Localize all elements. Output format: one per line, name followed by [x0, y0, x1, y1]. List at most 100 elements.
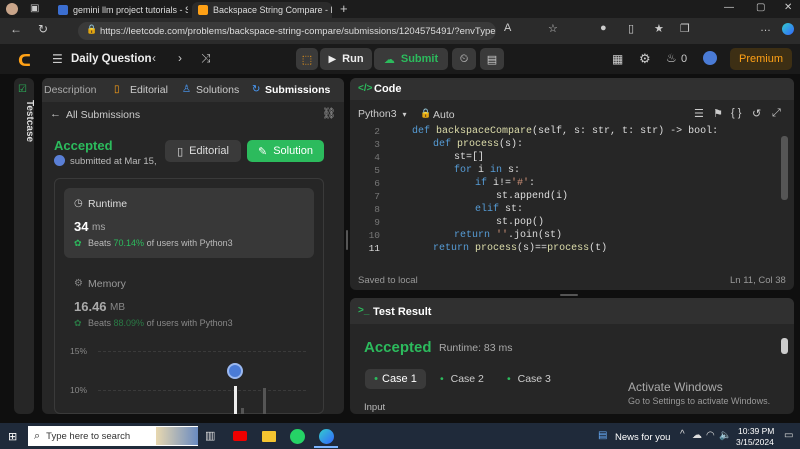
settings-gear-icon[interactable]: ⚙ — [639, 51, 651, 67]
browser-tab-search[interactable]: gemini llm project tutorials - Sea ✕ — [52, 2, 188, 18]
leetcode-logo-icon[interactable]: ᑕ — [18, 51, 31, 71]
timer-button[interactable]: ⏲ — [452, 48, 476, 70]
taskbar-search[interactable]: ⌕ Type here to search — [28, 426, 198, 446]
tab-submissions[interactable]: Submissions — [265, 84, 330, 96]
tab-title: gemini llm project tutorials - Sea — [73, 5, 188, 15]
code-line[interactable]: elif st: — [475, 204, 523, 215]
edge-copilot-icon[interactable] — [782, 23, 794, 35]
page-title[interactable]: Daily Question — [71, 53, 152, 65]
braces-icon[interactable]: { } — [731, 107, 741, 119]
favorites-icon[interactable]: ★ — [654, 22, 664, 35]
notifications-icon[interactable]: ▭ — [784, 430, 793, 441]
memory-label[interactable]: Memory — [88, 278, 126, 290]
youtube-icon[interactable] — [233, 431, 247, 441]
solution-button[interactable]: ✎ Solution — [247, 140, 324, 162]
bookmark-icon[interactable]: ⚑ — [713, 107, 723, 120]
maximize-icon[interactable]: ▢ — [756, 2, 765, 13]
windows-start-icon[interactable]: ⊞ — [8, 430, 17, 443]
code-line[interactable]: def backspaceCompare(self, s: str, t: st… — [412, 126, 718, 137]
panel-resize-handle[interactable] — [346, 230, 348, 250]
back-arrow-icon[interactable]: ← — [50, 108, 61, 120]
news-label[interactable]: News for you — [615, 432, 670, 443]
new-tab-button[interactable]: + — [340, 1, 348, 16]
test-scrollbar[interactable] — [781, 338, 788, 354]
lock-icon[interactable]: 🔒 — [86, 24, 97, 35]
premium-button[interactable]: Premium — [730, 48, 792, 70]
collections-icon[interactable]: ❐ — [680, 22, 690, 35]
wifi-icon[interactable]: ◠ — [706, 430, 715, 441]
reset-icon[interactable]: ↺ — [752, 107, 761, 120]
close-window-icon[interactable]: ✕ — [784, 2, 792, 13]
run-button[interactable]: ▶ Run — [320, 48, 372, 70]
tab-description[interactable]: Description — [44, 84, 102, 96]
line-number: 3 — [374, 139, 380, 150]
search-placeholder: Type here to search — [46, 430, 131, 442]
all-submissions-link[interactable]: All Submissions — [66, 109, 140, 121]
code-line[interactable]: return process(s)==process(t) — [433, 243, 607, 254]
case-2-tab[interactable]: • Case 2 — [440, 373, 484, 385]
taskbar-time[interactable]: 10:39 PM — [738, 426, 774, 436]
problem-list-icon[interactable]: ☰ — [52, 52, 63, 66]
avatar[interactable] — [703, 51, 717, 65]
extensions-icon[interactable]: ● — [600, 22, 607, 34]
beats-suffix: of users with Python3 — [146, 318, 233, 328]
case-1-tab[interactable]: • Case 1 — [365, 369, 426, 389]
dot-icon: • — [440, 373, 444, 385]
refresh-icon[interactable]: ↻ — [38, 22, 48, 36]
read-aloud-icon[interactable]: A — [504, 22, 511, 34]
code-line[interactable]: st.append(i) — [496, 191, 568, 202]
tray-chevron-icon[interactable]: ^ — [680, 429, 685, 440]
shuffle-icon[interactable]: ⤨ — [201, 51, 211, 66]
language-select[interactable]: Python3 ▾ — [358, 108, 406, 120]
tab-editorial[interactable]: Editorial — [130, 84, 168, 96]
memory-value: 16.46 — [74, 299, 107, 314]
debug-button[interactable]: ⬚ — [296, 48, 318, 70]
case-3-tab[interactable]: • Case 3 — [507, 373, 551, 385]
tab-title: Backspace String Compare - Leet — [213, 5, 332, 15]
tab-actions-icon[interactable]: ▣ — [30, 3, 39, 14]
whatsapp-icon[interactable] — [290, 429, 305, 444]
browser-profile-icon[interactable] — [6, 3, 18, 15]
taskbar-date[interactable]: 3/15/2024 — [736, 437, 774, 447]
edge-icon[interactable] — [319, 429, 334, 444]
file-explorer-icon[interactable] — [262, 431, 276, 442]
submit-button[interactable]: ☁ Submit — [374, 48, 448, 70]
browser-tab-leetcode[interactable]: Backspace String Compare - Leet ✕ — [192, 2, 332, 18]
code-line[interactable]: st.pop() — [496, 217, 544, 228]
settings-more-icon[interactable]: … — [760, 22, 771, 34]
chart-gridline — [98, 390, 306, 391]
back-arrow-icon[interactable]: ← — [10, 22, 22, 36]
fullscreen-icon[interactable]: ⤢ — [772, 107, 781, 120]
tab-solutions[interactable]: Solutions — [196, 84, 239, 96]
url-bar[interactable]: https://leetcode.com/problems/backspace-… — [78, 22, 496, 40]
code-line[interactable]: st=[] — [454, 152, 484, 163]
split-screen-icon[interactable]: ▯ — [628, 22, 634, 35]
history-icon: ↻ — [252, 84, 261, 95]
chart-bar — [241, 408, 244, 414]
code-line[interactable]: return ''.join(st) — [454, 230, 562, 241]
run-label: Run — [342, 53, 364, 65]
format-icon[interactable]: ☰ — [694, 107, 704, 120]
code-line[interactable]: if i!='#': — [475, 178, 535, 189]
prev-question-icon[interactable]: ‹ — [152, 51, 156, 65]
code-line[interactable]: for i in s: — [454, 165, 520, 176]
network-icon[interactable]: ☁ — [692, 430, 702, 441]
code-line[interactable]: def process(s): — [433, 139, 523, 150]
fire-icon[interactable]: ♨ — [666, 51, 677, 65]
code-scrollbar[interactable] — [781, 136, 788, 200]
mode-label[interactable]: Auto — [433, 109, 455, 121]
minimize-icon[interactable]: — — [724, 2, 734, 13]
volume-icon[interactable]: 🔈 — [719, 430, 731, 441]
cloud-upload-icon: ☁ — [383, 53, 395, 66]
task-view-icon[interactable]: ▥ — [205, 429, 215, 442]
link-icon[interactable]: ⛓ — [322, 107, 336, 120]
news-icon[interactable]: ▤ — [598, 430, 607, 441]
test-runtime: Runtime: 83 ms — [439, 342, 513, 354]
testcase-label[interactable]: Testcase — [24, 100, 35, 142]
editorial-button[interactable]: ▯ Editorial — [165, 140, 241, 162]
horizontal-resize-handle[interactable] — [560, 294, 578, 296]
notes-button[interactable]: ▤ — [480, 48, 504, 70]
layout-icon[interactable]: ▦ — [612, 52, 623, 66]
next-question-icon[interactable]: › — [178, 51, 182, 65]
favorite-star-icon[interactable]: ☆ — [548, 22, 558, 35]
